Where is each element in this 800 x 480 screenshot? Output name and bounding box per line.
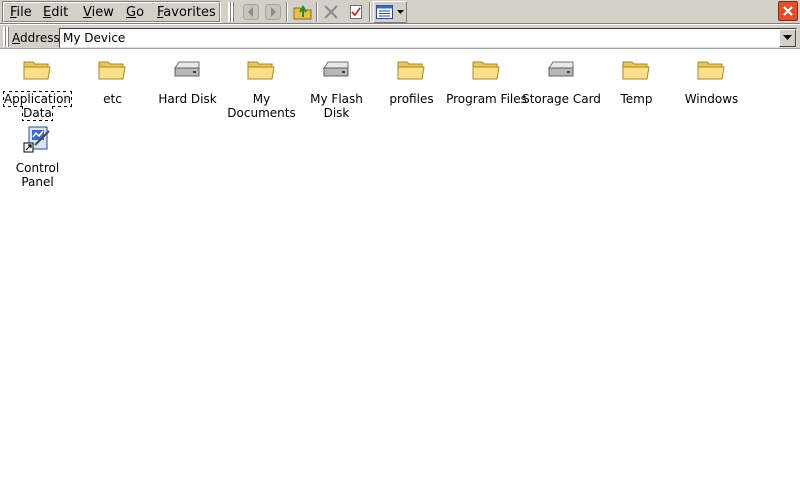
item-label: profiles — [389, 92, 434, 106]
item-label: Control Panel — [15, 161, 60, 189]
address-value[interactable]: My Device — [63, 31, 125, 45]
properties-icon — [350, 5, 362, 19]
folder-icon — [697, 61, 725, 80]
forward-icon — [265, 4, 281, 20]
up-folder-button[interactable] — [292, 1, 314, 23]
address-bar: Address My Device — [0, 25, 800, 49]
address-grip[interactable] — [3, 27, 9, 47]
drive-icon — [323, 61, 349, 77]
item-label: Program Files — [446, 92, 527, 106]
close-icon — [783, 6, 793, 16]
menu-view[interactable]: View — [83, 5, 114, 20]
drive-icon — [174, 61, 200, 77]
drive-icon — [548, 61, 574, 77]
up-folder-icon — [293, 5, 312, 20]
back-icon — [243, 4, 259, 20]
views-button[interactable] — [373, 1, 407, 23]
views-icon — [375, 5, 393, 19]
dropdown-icon — [396, 10, 404, 14]
item-label: My Flash Disk — [310, 92, 363, 120]
toolbar-grip[interactable] — [228, 2, 234, 22]
item-label: Storage Card — [522, 92, 601, 106]
address-dropdown-button[interactable] — [779, 29, 796, 47]
folder-icon — [397, 61, 425, 80]
forward-button[interactable] — [262, 1, 284, 23]
folder-icon — [622, 61, 650, 80]
address-field[interactable]: My Device — [59, 28, 797, 48]
folder-icon — [23, 61, 51, 80]
menu-favorites[interactable]: Favorites — [157, 5, 216, 20]
folder-icon — [98, 61, 126, 80]
command-bar: File Edit View Go Favorites — [0, 0, 800, 24]
chevron-down-icon — [783, 35, 792, 40]
menu-file[interactable]: File — [10, 5, 32, 20]
item-label: Application Data — [2, 91, 73, 121]
menu-bar: File Edit View Go Favorites — [2, 1, 221, 23]
item-label: Windows — [684, 92, 739, 106]
address-label: Address — [12, 31, 60, 45]
folder-icon — [472, 61, 500, 80]
item-label: My Documents — [227, 92, 296, 120]
properties-button[interactable] — [345, 1, 367, 23]
menu-edit[interactable]: Edit — [43, 5, 68, 20]
back-button[interactable] — [240, 1, 262, 23]
folder-icon — [247, 61, 275, 80]
item-label: Temp — [620, 92, 653, 106]
menu-go[interactable]: Go — [126, 5, 144, 20]
item-label: etc — [103, 92, 122, 106]
item-label: Hard Disk — [158, 92, 217, 106]
control-panel-icon — [23, 126, 50, 153]
delete-button[interactable] — [320, 1, 342, 23]
delete-icon — [324, 5, 338, 19]
close-button[interactable] — [778, 1, 798, 21]
